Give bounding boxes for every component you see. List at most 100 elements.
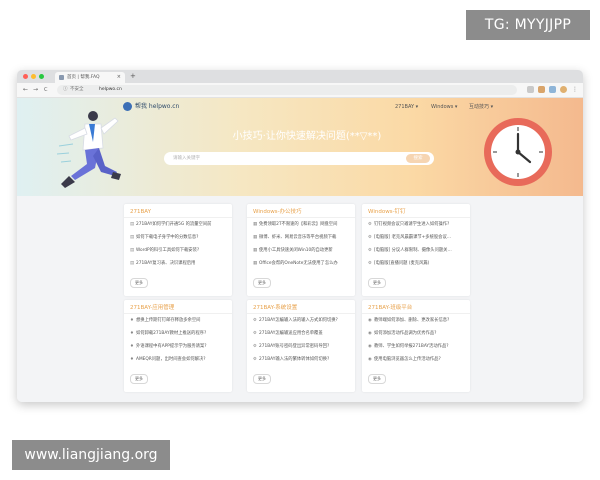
article-title: [电脑版]直播问题 (麦克风篇) bbox=[374, 261, 430, 266]
search-button[interactable]: 搜索 bbox=[406, 154, 430, 163]
extension-icon[interactable] bbox=[538, 86, 545, 93]
nav-271bay[interactable]: 271BAY ▾ bbox=[395, 103, 418, 111]
article-link[interactable]: ▤ WordP的科引工具如何下载安装? bbox=[130, 247, 230, 255]
article-link[interactable]: ♦ 想换上传期钉钉邮存释放多余空间 bbox=[130, 317, 230, 325]
watermark-bottom-left: www.liangjiang.org bbox=[12, 440, 170, 470]
article-title: 钉钉视频会议只邀请学生进入如何操作? bbox=[374, 222, 450, 227]
url-text[interactable]: helpwo.cn bbox=[99, 85, 122, 95]
more-button[interactable]: 更多 bbox=[130, 278, 148, 288]
category-card: Windows-钉钉 ⚙ 钉钉视频会议只邀请学生进入如何操作? ⚙ [电脑版] 老克风晨… bbox=[362, 204, 470, 296]
article-link[interactable]: ▦ 微博、虾米、网易云音乐等平台视频下载 bbox=[253, 234, 353, 242]
reload-button[interactable]: C bbox=[44, 84, 48, 96]
article-title: 使用电脑浏览器怎么上传活动作品? bbox=[374, 357, 441, 362]
card-divider bbox=[247, 313, 355, 314]
article-link[interactable]: ◉ 如何添加活动作品调为优秀作品? bbox=[368, 330, 468, 338]
article-title: 271BAY复习表、决识课程后用 bbox=[136, 261, 196, 266]
article-title: 271BAY如何学们开通5G 的流量空间前 bbox=[136, 222, 212, 227]
article-link[interactable]: ▤ 271BAY复习表、决识课程后用 bbox=[130, 260, 230, 268]
article-link[interactable]: ▦ Office会帮的OneNote无法使用了怎么办 bbox=[253, 260, 353, 268]
close-window-icon[interactable] bbox=[23, 74, 28, 79]
more-button[interactable]: 更多 bbox=[130, 374, 148, 384]
new-tab-button[interactable]: + bbox=[130, 71, 136, 82]
more-button[interactable]: 更多 bbox=[368, 278, 386, 288]
article-link[interactable]: ▤ 271BAY如何学们开通5G 的流量空间前 bbox=[130, 221, 230, 229]
favicon-icon bbox=[59, 75, 64, 80]
article-title: 如何下载电子身学中的分数信息? bbox=[136, 235, 199, 240]
article-title: 271BAY怎编输送应用合名单覆盖 bbox=[259, 331, 323, 336]
article-link[interactable]: ♦ 如何卸载271BAY教材上推送的程序? bbox=[130, 330, 230, 338]
nav-tips[interactable]: 互动技巧 ▾ bbox=[469, 103, 493, 111]
category-card: 271BAY-系统设置 ⚙ 271BAY怎编输入法的输入方式如何切换? ⚙ 271BAY… bbox=[247, 300, 355, 392]
article-link[interactable]: ▦ 使用小工具快速关闭Win10的自动更新 bbox=[253, 247, 353, 255]
runner-illustration bbox=[56, 111, 121, 188]
article-link[interactable]: ⚙ 钉钉视频会议只邀请学生进入如何操作? bbox=[368, 221, 468, 229]
card-title[interactable]: 271BAY-应用管理 bbox=[130, 304, 174, 312]
card-title[interactable]: Windows-办公技巧 bbox=[253, 208, 302, 216]
card-divider bbox=[124, 217, 232, 218]
more-button[interactable]: 更多 bbox=[253, 278, 271, 288]
menu-dots-icon[interactable]: ⋮ bbox=[572, 84, 578, 96]
article-title: [电脑版] 老克风晨霸课节+多统股会议… bbox=[374, 235, 452, 240]
article-title: 271BAY账号密码登出异常密码导回? bbox=[259, 344, 330, 349]
card-divider bbox=[247, 217, 355, 218]
more-button[interactable]: 更多 bbox=[253, 374, 271, 384]
article-link[interactable]: ⚙ [电脑版] 分议人群限制、摄像头问题关… bbox=[368, 247, 468, 255]
article-title: 外语课程中有APP提示学为服务请案? bbox=[136, 344, 207, 349]
article-title: [电脑版] 分议人群限制、摄像头问题关… bbox=[374, 248, 452, 253]
nav-windows[interactable]: Windows ▾ bbox=[431, 103, 457, 111]
article-link[interactable]: ⚙ 271BAY账号密码登出异常密码导回? bbox=[253, 343, 353, 351]
article-link[interactable]: ▤ 如何下载电子身学中的分数信息? bbox=[130, 234, 230, 242]
tab-title: 首页 | 帮我.FAQ bbox=[67, 75, 100, 80]
hero-headline: 小技巧·让你快速解决问题(**▽**) bbox=[232, 131, 382, 142]
article-link[interactable]: ⚙ 271BAY怎编输送应用合名单覆盖 bbox=[253, 330, 353, 338]
article-title: 271BAY输入法的繁体转体如何切换? bbox=[259, 357, 330, 362]
article-link[interactable]: ◉ 教师、学生如何举报271BAY活动作品? bbox=[368, 343, 468, 351]
article-link[interactable]: ◉ 使用电脑浏览器怎么上传活动作品? bbox=[368, 356, 468, 364]
tab-close-icon[interactable]: × bbox=[117, 72, 121, 83]
bookmark-star-icon[interactable] bbox=[527, 86, 534, 93]
article-title: 使用小工具快速关闭Win10的自动更新 bbox=[259, 248, 333, 253]
card-divider bbox=[362, 217, 470, 218]
profile-avatar[interactable] bbox=[560, 86, 567, 93]
browser-window: 首页 | 帮我.FAQ × + ← → C ⓘ 不安全 helpwo.cn ⋮ … bbox=[17, 70, 583, 402]
address-bar: ← → C ⓘ 不安全 helpwo.cn ⋮ bbox=[17, 83, 583, 98]
card-divider bbox=[362, 313, 470, 314]
article-link[interactable]: ◉ 教师端如何添加、删除、更改家长信息? bbox=[368, 317, 468, 325]
article-link[interactable]: ▦ 免费领取2T不限速的【和彩云】网盘空间 bbox=[253, 221, 353, 229]
card-title[interactable]: 271BAY bbox=[130, 208, 151, 216]
more-button[interactable]: 更多 bbox=[368, 374, 386, 384]
maximize-window-icon[interactable] bbox=[39, 74, 44, 79]
card-title[interactable]: 271BAY-班级平台 bbox=[368, 304, 412, 312]
article-title: 如何添加活动作品调为优秀作品? bbox=[374, 331, 437, 336]
article-title: 免费领取2T不限速的【和彩云】网盘空间 bbox=[259, 222, 338, 227]
article-link[interactable]: ⚙ 271BAY输入法的繁体转体如何切换? bbox=[253, 356, 353, 364]
search-input[interactable]: 请输入关键字 bbox=[173, 152, 200, 165]
search-bar: 请输入关键字 搜索 bbox=[164, 152, 434, 165]
category-card: Windows-办公技巧 ▦ 免费领取2T不限速的【和彩云】网盘空间 ▦ 微博、虾米、网… bbox=[247, 204, 355, 296]
article-title: 教师端如何添加、删除、更改家长信息? bbox=[374, 318, 450, 323]
content-area: 271BAY ▤ 271BAY如何学们开通5G 的流量空间前 ▤ 如何下载电子身学中的分… bbox=[17, 196, 583, 402]
minimize-window-icon[interactable] bbox=[31, 74, 36, 79]
article-link[interactable]: ⚙ 271BAY怎编输入法的输入方式如何切换? bbox=[253, 317, 353, 325]
back-button[interactable]: ← bbox=[23, 84, 28, 96]
article-link[interactable]: ⚙ [电脑版]直播问题 (麦克风篇) bbox=[368, 260, 468, 268]
card-title[interactable]: 271BAY-系统设置 bbox=[253, 304, 297, 312]
extension-icon[interactable] bbox=[549, 86, 556, 93]
category-card: 271BAY-应用管理 ♦ 想换上传期钉钉邮存释放多余空间 ♦ 如何卸载271BAY教材… bbox=[124, 300, 232, 392]
forward-button[interactable]: → bbox=[33, 84, 38, 96]
card-divider bbox=[124, 313, 232, 314]
article-title: 如何卸载271BAY教材上推送的程序? bbox=[136, 331, 207, 336]
info-icon[interactable]: ⓘ bbox=[63, 85, 68, 95]
article-link[interactable]: ♦ AMEQR问题，出时间查会如何解决? bbox=[130, 356, 230, 364]
card-title[interactable]: Windows-钉钉 bbox=[368, 208, 406, 216]
security-label: 不安全 bbox=[70, 87, 84, 92]
hero-banner: 帮我 helpwo.cn 271BAY ▾ Windows ▾ 互动技巧 ▾ 小… bbox=[17, 98, 583, 196]
watermark-top-right: TG: MYYJJPP bbox=[466, 10, 590, 40]
article-title: 微博、虾米、网易云音乐等平台视频下载 bbox=[259, 235, 337, 240]
url-field[interactable]: ⓘ 不安全 helpwo.cn bbox=[57, 85, 517, 95]
category-card: 271BAY-班级平台 ◉ 教师端如何添加、删除、更改家长信息? ◉ 如何添加活动作品调… bbox=[362, 300, 470, 392]
browser-tab[interactable]: 首页 | 帮我.FAQ × bbox=[55, 72, 125, 83]
article-link[interactable]: ♦ 外语课程中有APP提示学为服务请案? bbox=[130, 343, 230, 351]
brand-text: 帮我 helpwo.cn bbox=[135, 103, 180, 110]
article-link[interactable]: ⚙ [电脑版] 老克风晨霸课节+多统股会议… bbox=[368, 234, 468, 242]
